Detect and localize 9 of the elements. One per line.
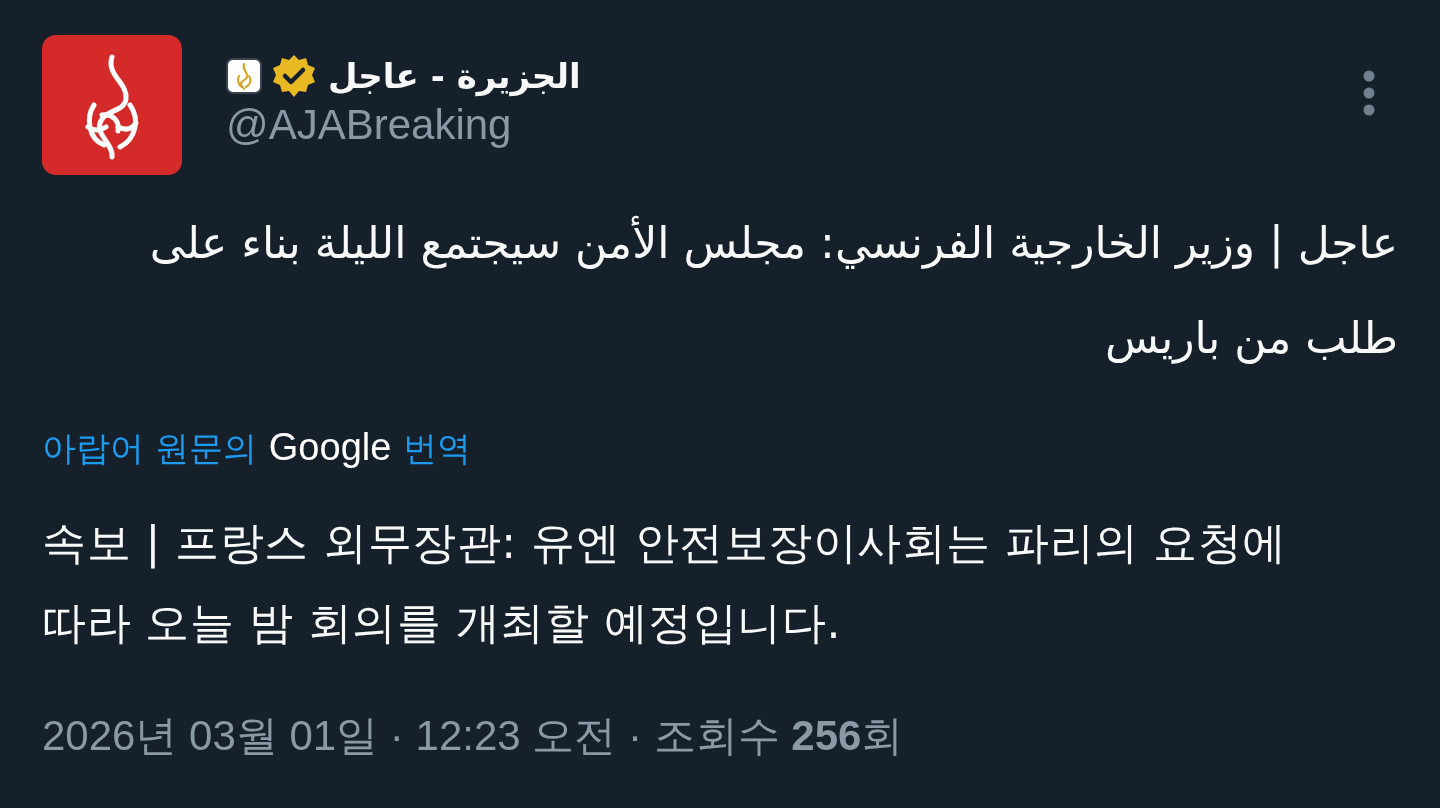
logo-badge-icon (226, 58, 262, 94)
author-name[interactable]: الجزيرة - عاجل (328, 51, 581, 101)
translation-link[interactable]: 아랍어 원문의 Google 번역 (42, 425, 472, 470)
more-options-icon[interactable] (1363, 70, 1375, 116)
author-handle[interactable]: @AJABreaking (226, 101, 581, 149)
translated-text: 속보 | 프랑스 외무장관: 유엔 안전보장이사회는 파리의 요청에 따라 오늘 밤 회의를 개최할 예정입니다. (42, 516, 1288, 650)
post-meta: 2026년 03월 01일 · 12:23 오전 · 조회수 256회 (42, 711, 905, 761)
post-text: عاجل | وزير الخارجية الفرنسي: مجلس الأمن سيجتمع الليلة بناء على طلب من باريس (148, 214, 1398, 366)
logo-avatar[interactable] (42, 35, 182, 175)
